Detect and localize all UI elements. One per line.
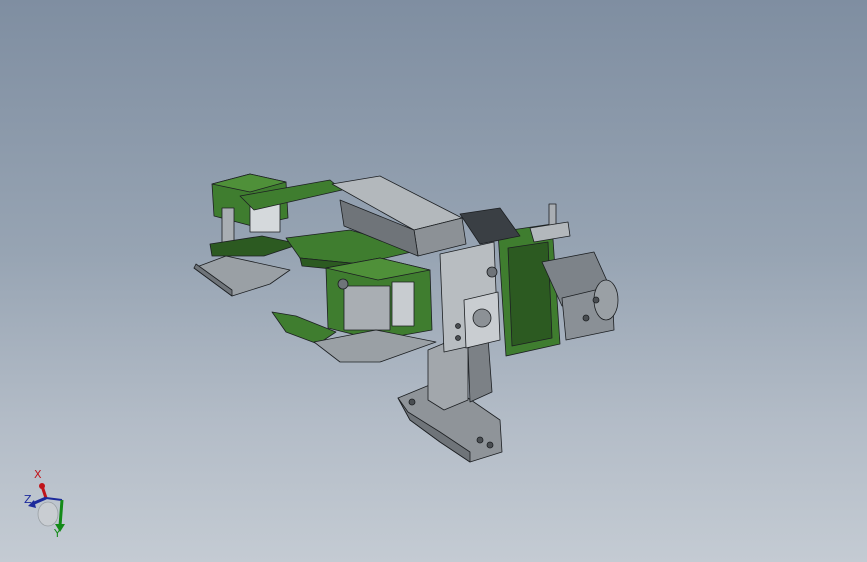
y-axis-label: Y	[54, 527, 61, 540]
center-clamp-block	[325, 257, 433, 341]
cad-assembly-model[interactable]	[0, 0, 867, 562]
base-stand	[397, 337, 503, 463]
x-axis-label: X	[34, 468, 42, 481]
graphics-viewport[interactable]: X Z Y	[0, 0, 867, 562]
left-base-plate	[193, 255, 291, 297]
reference-triad: X Z Y	[20, 466, 80, 546]
triad-icon	[28, 483, 65, 532]
z-axis-label: Z	[24, 493, 32, 506]
left-cylinder-block	[209, 173, 301, 257]
sensor-post	[529, 203, 571, 243]
mounting-plate	[439, 241, 501, 353]
